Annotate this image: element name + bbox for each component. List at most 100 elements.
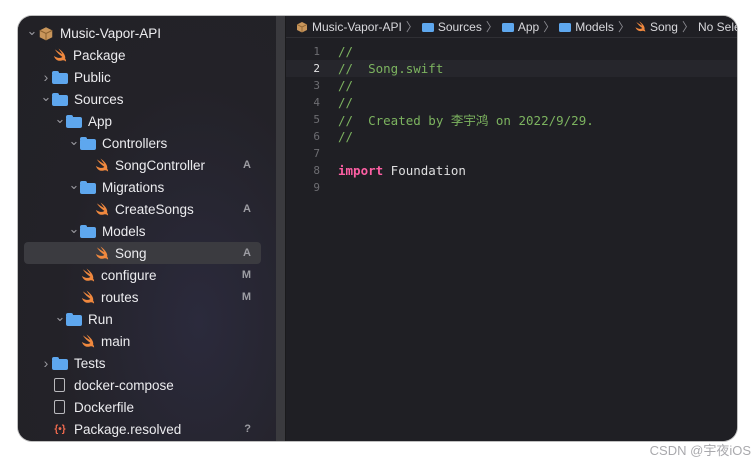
folder-icon xyxy=(80,180,96,194)
navigator-item-label: Dockerfile xyxy=(74,399,135,415)
chevron-right-icon: 〉 xyxy=(485,20,498,34)
swift-icon xyxy=(80,334,95,348)
navigator-item-routes[interactable]: routes M xyxy=(24,286,261,308)
swift-icon xyxy=(634,21,646,32)
chevron-right-icon: 〉 xyxy=(405,20,418,34)
chevron-down-icon[interactable]: ⌄ xyxy=(26,23,38,39)
folder-icon xyxy=(66,114,82,128)
navigator-item-run[interactable]: ⌄ Run xyxy=(24,308,261,330)
chevron-down-icon[interactable]: ⌄ xyxy=(68,177,80,193)
code-text: // xyxy=(326,95,353,110)
chevron-down-icon[interactable]: ⌄ xyxy=(54,309,66,325)
line-number: 3 xyxy=(313,79,320,92)
line-number: 1 xyxy=(313,45,320,58)
jumpbar-sources-label: Sources xyxy=(437,19,482,34)
jumpbar-selection[interactable]: No Selection xyxy=(698,20,737,34)
watermark: CSDN @宇夜iOS xyxy=(649,443,751,458)
code-line[interactable]: 5 // Created by 李宇鸿 on 2022/9/29. xyxy=(286,111,737,128)
navigator-item-label: main xyxy=(101,333,131,349)
folder-icon xyxy=(501,21,514,32)
code-area[interactable]: 1 // 2 // Song.swift 3 // 4 // 5 // Created by 李宇… xyxy=(286,43,737,196)
navigator-item-label: Sources xyxy=(74,91,124,107)
folder-icon xyxy=(66,312,82,326)
jumpbar-models[interactable]: Models xyxy=(559,20,614,34)
code-line[interactable]: 3 // xyxy=(286,77,737,94)
navigator-item-createsongs[interactable]: CreateSongs A xyxy=(24,198,261,220)
jumpbar-app[interactable]: App xyxy=(501,19,540,34)
folder-icon xyxy=(80,136,96,150)
source-editor[interactable]: Music-Vapor-API 〉 Sources 〉 App 〉 Models… xyxy=(286,16,737,441)
chevron-right-icon[interactable]: › xyxy=(40,355,52,371)
navigator-item-label: App xyxy=(88,113,113,129)
code-text: // xyxy=(326,78,353,93)
navigator-item-main[interactable]: main xyxy=(24,330,261,352)
code-comment: // xyxy=(338,129,354,144)
code-line[interactable]: 6 // xyxy=(286,128,737,145)
scm-status-badge: M xyxy=(241,269,251,281)
code-line[interactable]: 8 import Foundation xyxy=(286,162,737,179)
jumpbar-app-label: App xyxy=(517,19,540,34)
navigator-item-label: Models xyxy=(102,223,146,239)
package-icon xyxy=(38,26,54,41)
line-number: 7 xyxy=(313,147,320,160)
code-comment: // xyxy=(338,95,354,110)
jumpbar-file[interactable]: Song xyxy=(634,20,678,34)
doc-icon xyxy=(54,400,65,414)
chevron-down-icon[interactable]: ⌄ xyxy=(68,133,80,149)
navigator-item-sources[interactable]: ⌄ Sources xyxy=(24,88,261,110)
navigator-item-music-vapor-api[interactable]: ⌄ Music-Vapor-API xyxy=(24,22,261,44)
navigator-item-dockerfile[interactable]: Dockerfile xyxy=(24,396,261,418)
jumpbar-selection-label: No Selection xyxy=(698,19,737,34)
navigator-item-label: SongController xyxy=(115,157,206,173)
chevron-down-icon[interactable]: ⌄ xyxy=(54,111,66,127)
jumpbar-models-label: Models xyxy=(575,19,614,34)
navigator-divider[interactable] xyxy=(276,16,286,441)
code-text: // Created by 李宇鸿 on 2022/9/29. xyxy=(326,110,594,129)
jumpbar-file-label: Song xyxy=(649,19,678,34)
code-line[interactable]: 4 // xyxy=(286,94,737,111)
navigator-item-migrations[interactable]: ⌄ Migrations xyxy=(24,176,261,198)
chevron-down-icon[interactable]: ⌄ xyxy=(40,89,52,105)
jumpbar-project[interactable]: Music-Vapor-API xyxy=(296,20,402,34)
code-line[interactable]: 2 // Song.swift xyxy=(286,60,737,77)
navigator-item-package[interactable]: Package xyxy=(24,44,261,66)
line-number: 2 xyxy=(313,62,320,75)
swift-icon xyxy=(80,268,95,282)
navigator-item-models[interactable]: ⌄ Models xyxy=(24,220,261,242)
jumpbar-project-label: Music-Vapor-API xyxy=(312,19,402,34)
swift-icon xyxy=(94,246,109,260)
navigator-item-tests[interactable]: › Tests xyxy=(24,352,261,374)
navigator-item-configure[interactable]: configure M xyxy=(24,264,261,286)
code-line[interactable]: 7 xyxy=(286,145,737,162)
scm-status-badge: M xyxy=(241,291,251,303)
folder-icon xyxy=(52,70,68,84)
folder-icon xyxy=(80,224,96,238)
chevron-right-icon: 〉 xyxy=(543,20,556,34)
line-number: 9 xyxy=(313,181,320,194)
project-navigator: ⌄ Music-Vapor-API Package › Public ⌄ Sources ⌄ A… xyxy=(18,16,276,441)
swift-icon xyxy=(52,48,67,62)
navigator-item-label: Public xyxy=(74,69,111,85)
folder-icon xyxy=(559,21,572,32)
chevron-right-icon[interactable]: › xyxy=(40,69,52,85)
chevron-right-icon: 〉 xyxy=(681,20,694,34)
line-number: 5 xyxy=(313,113,320,126)
code-text: // xyxy=(326,44,353,59)
code-line[interactable]: 1 // xyxy=(286,43,737,60)
folder-icon xyxy=(52,356,68,370)
navigator-item-public[interactable]: › Public xyxy=(24,66,261,88)
chevron-down-icon[interactable]: ⌄ xyxy=(68,221,80,237)
navigator-item-docker-compose[interactable]: docker-compose xyxy=(24,374,261,396)
navigator-item-label: CreateSongs xyxy=(115,201,194,217)
navigator-item-song[interactable]: Song A xyxy=(24,242,261,264)
navigator-item-package-resolved[interactable]: {•} Package.resolved? xyxy=(24,418,261,440)
navigator-item-label: Package xyxy=(73,47,126,63)
navigator-item-app[interactable]: ⌄ App xyxy=(24,110,261,132)
navigator-item-controllers[interactable]: ⌄ Controllers xyxy=(24,132,261,154)
jumpbar-sources[interactable]: Sources xyxy=(421,19,482,34)
code-keyword: import xyxy=(338,163,384,178)
xcode-window: ⌄ Music-Vapor-API Package › Public ⌄ Sources ⌄ A… xyxy=(18,16,737,441)
navigator-item-songcontroller[interactable]: SongController A xyxy=(24,154,261,176)
code-comment: // xyxy=(338,44,354,59)
code-line[interactable]: 9 xyxy=(286,179,737,196)
